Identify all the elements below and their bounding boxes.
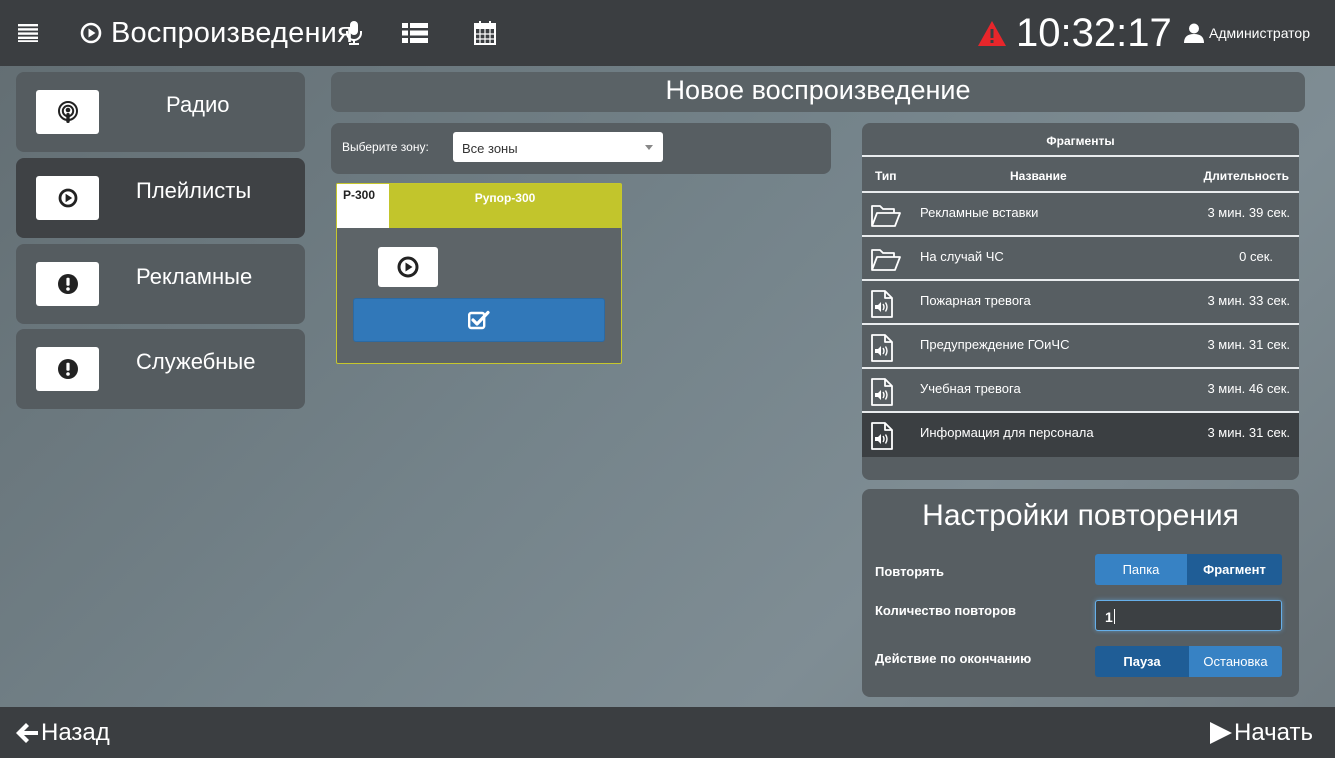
clock-text: 10:32:17 — [1016, 10, 1172, 55]
user-menu[interactable]: Администратор — [1209, 0, 1310, 66]
fragment-name: На случай ЧС — [920, 249, 1004, 264]
repeat-fragment-button[interactable]: Фрагмент — [1187, 554, 1282, 585]
end-stop-button[interactable]: Остановка — [1189, 646, 1282, 677]
nav-item-label: Радио — [166, 92, 230, 117]
fragment-duration: 3 мин. 46 сек. — [1207, 381, 1290, 396]
end-action-label: Действие по окончанию — [875, 651, 1032, 666]
repeat-folder-button[interactable]: Папка — [1095, 554, 1187, 585]
repeat-count-label: Количество повторов — [875, 603, 1017, 618]
back-button[interactable]: Назад — [16, 719, 110, 747]
nav-item-label: Рекламные — [136, 264, 253, 289]
folder-icon — [870, 202, 902, 228]
nav-icon-button — [36, 176, 99, 220]
column-duration: Длительность — [1203, 169, 1289, 183]
fragment-duration: 3 мин. 33 сек. — [1207, 293, 1290, 308]
list-icon[interactable] — [402, 0, 428, 66]
zone-label: Выберите зону: — [342, 140, 429, 154]
audio-file-icon — [870, 290, 894, 318]
repeat-settings-panel: Настройки повторения Повторять Папка Фра… — [862, 489, 1299, 697]
nav-item-label: Плейлисты — [136, 178, 252, 203]
calendar-icon[interactable] — [474, 0, 496, 66]
table-row[interactable]: На случай ЧС 0 сек. — [862, 237, 1299, 281]
fragment-duration: 3 мин. 31 сек. — [1207, 337, 1290, 352]
nav-item-radio[interactable]: Радио — [16, 72, 305, 152]
fragment-duration: 3 мин. 39 сек. — [1207, 205, 1290, 220]
column-type: Тип — [875, 169, 897, 183]
exclamation-icon — [57, 359, 78, 379]
user-icon[interactable] — [1184, 0, 1204, 66]
play-circle-icon — [58, 188, 77, 208]
fragment-name: Пожарная тревога — [920, 293, 1031, 308]
play-icon — [1210, 722, 1233, 744]
table-row[interactable]: Рекламные вставки 3 мин. 39 сек. — [862, 193, 1299, 237]
warning-icon[interactable] — [978, 0, 1006, 66]
table-row[interactable]: Пожарная тревога 3 мин. 33 сек. — [862, 281, 1299, 325]
audio-file-icon — [870, 334, 894, 362]
text-cursor — [1113, 609, 1115, 624]
table-row-selected[interactable]: Информация для персонала 3 мин. 31 сек. — [862, 413, 1299, 457]
nav-icon-button — [36, 262, 99, 306]
fragment-name: Информация для персонала — [920, 425, 1094, 440]
zone-select-button[interactable] — [353, 298, 605, 342]
nav-item-label: Служебные — [136, 349, 256, 374]
page-title: Воспроизведения — [111, 0, 353, 66]
fragment-name: Рекламные вставки — [920, 205, 1039, 220]
bottom-bar: Назад Начать — [0, 707, 1335, 758]
top-bar: Воспроизведения 10:32:17 Администратор — [0, 0, 1335, 66]
clock: 10:32:17 — [1016, 0, 1172, 66]
menu-icon[interactable] — [18, 0, 38, 66]
nav-item-service[interactable]: Служебные — [16, 329, 305, 409]
zone-play-button[interactable] — [378, 247, 438, 287]
repeat-count-input[interactable]: 1 — [1095, 600, 1282, 631]
user-name: Администратор — [1209, 25, 1311, 41]
end-pause-button[interactable]: Пауза — [1095, 646, 1189, 677]
audio-file-icon — [870, 422, 894, 450]
chevron-down-icon — [645, 145, 653, 150]
play-circle-icon — [397, 256, 419, 278]
fragment-name: Предупреждение ГОиЧС — [920, 337, 1070, 352]
zone-select-value: Все зоны — [462, 141, 518, 156]
repeat-label: Повторять — [875, 564, 944, 579]
fragments-title: Фрагменты — [862, 123, 1299, 157]
fragment-duration: 0 сек. — [1239, 249, 1273, 264]
fragments-panel: Фрагменты Тип Название Длительность Рекл… — [862, 123, 1299, 480]
play-circle-icon — [80, 0, 102, 66]
repeat-settings-title: Настройки повторения — [922, 499, 1239, 532]
table-row[interactable]: Учебная тревога 3 мин. 46 сек. — [862, 369, 1299, 413]
exclamation-icon — [57, 274, 78, 294]
table-row[interactable]: Предупреждение ГОиЧС 3 мин. 31 сек. — [862, 325, 1299, 369]
fragment-name: Учебная тревога — [920, 381, 1021, 396]
nav-icon-button — [36, 347, 99, 391]
microphone-icon[interactable] — [346, 0, 362, 66]
audio-file-icon — [870, 378, 894, 406]
column-name: Название — [1010, 169, 1067, 183]
check-square-icon — [468, 310, 490, 330]
nav-item-ads[interactable]: Рекламные — [16, 244, 305, 324]
arrow-left-icon — [16, 723, 38, 743]
nav-icon-button — [36, 90, 99, 134]
start-button[interactable]: Начать — [1210, 719, 1313, 747]
zone-name: Рупор-300 — [389, 184, 621, 228]
fragments-table-header: Тип Название Длительность — [862, 157, 1299, 193]
main-header: Новое воспроизведение — [331, 72, 1305, 112]
page-title-text: Воспроизведения — [111, 16, 353, 49]
nav-item-playlists[interactable]: Плейлисты — [16, 158, 305, 238]
podcast-icon — [57, 101, 78, 123]
start-label: Начать — [1234, 719, 1313, 746]
zone-selector-panel: Выберите зону: Все зоны — [331, 123, 831, 174]
fragment-duration: 3 мин. 31 сек. — [1207, 425, 1290, 440]
back-label: Назад — [41, 719, 110, 746]
repeat-count-value: 1 — [1105, 609, 1113, 625]
zone-select[interactable]: Все зоны — [453, 132, 663, 162]
folder-icon — [870, 246, 902, 272]
zone-card: Р-300 Рупор-300 — [336, 183, 622, 364]
zone-code: Р-300 — [337, 184, 389, 228]
